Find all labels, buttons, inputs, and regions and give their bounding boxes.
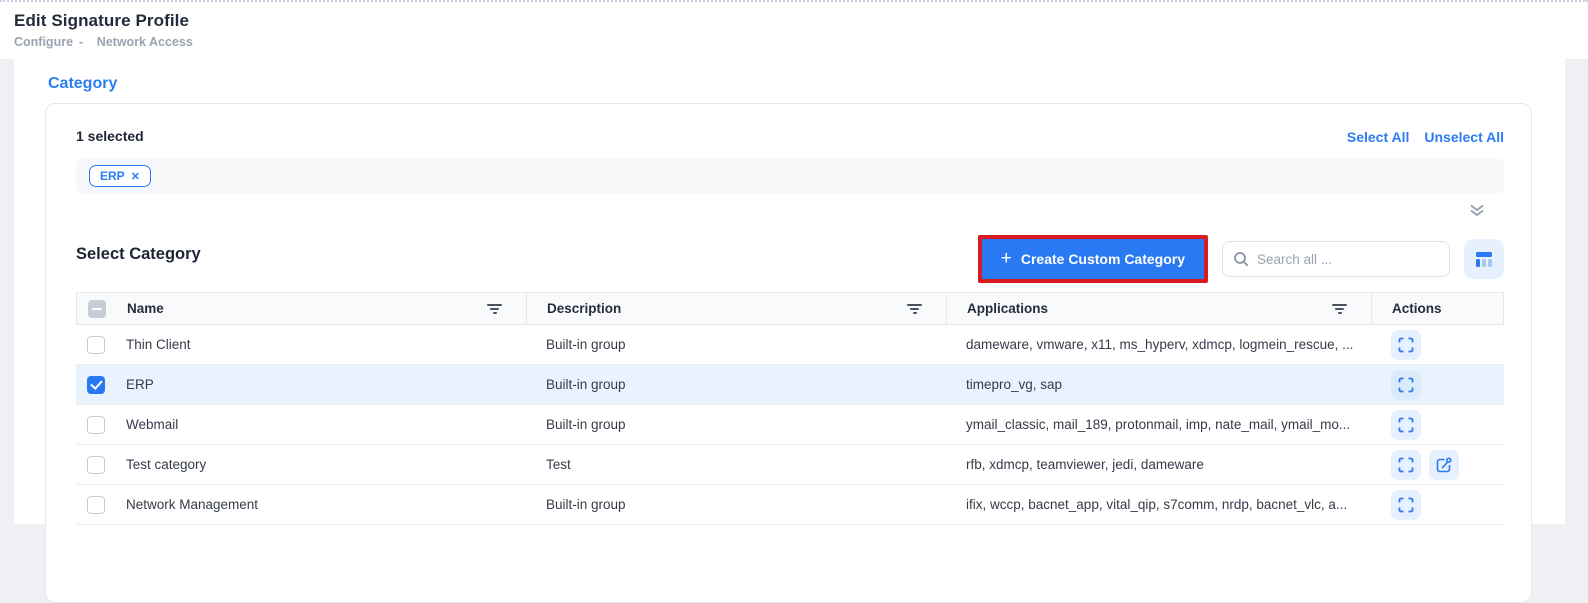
cell-applications: dameware, vmware, x11, ms_hyperv, xdmcp,… (946, 325, 1371, 364)
category-table: Name Description Applications Actions Th… (76, 292, 1504, 525)
select-all-checkbox[interactable] (88, 300, 106, 318)
expand-icon (1398, 417, 1414, 433)
table-row-thin-client[interactable]: Thin Client Built-in group dameware, vmw… (76, 325, 1504, 365)
column-chooser-button[interactable] (1464, 239, 1504, 279)
unselect-all-link[interactable]: Unselect All (1424, 129, 1504, 145)
row-checkbox[interactable] (87, 416, 105, 434)
cell-description: Built-in group (526, 485, 946, 524)
breadcrumb-separator: - (79, 35, 83, 49)
row-checkbox[interactable] (87, 376, 105, 394)
cell-name: ERP (116, 365, 526, 404)
cell-applications: ymail_classic, mail_189, protonmail, imp… (946, 405, 1371, 444)
expand-icon (1398, 497, 1414, 513)
cell-name: Thin Client (116, 325, 526, 364)
category-section-heading: Category (48, 75, 117, 93)
cell-name: Network Management (116, 485, 526, 524)
page-header: Edit Signature Profile Configure- Networ… (0, 0, 1588, 59)
chip-label: ERP (100, 169, 125, 183)
breadcrumb-configure[interactable]: Configure (14, 35, 73, 49)
table-controls: + Create Custom Category (978, 235, 1504, 283)
cell-description: Test (526, 445, 946, 484)
filter-icon-applications[interactable] (1332, 304, 1347, 314)
cell-applications: rfb, xdmcp, teamviewer, jedi, dameware (946, 445, 1371, 484)
filter-icon-name[interactable] (487, 304, 502, 314)
filter-icon-description[interactable] (907, 304, 922, 314)
row-checkbox[interactable] (87, 456, 105, 474)
selected-chips-strip: ERP ✕ (76, 158, 1504, 194)
table-row-erp[interactable]: ERP Built-in group timepro_vg, sap (76, 365, 1504, 405)
table-row-test-category[interactable]: Test category Test rfb, xdmcp, teamviewe… (76, 445, 1504, 485)
expand-row-button[interactable] (1391, 410, 1421, 440)
search-icon (1233, 251, 1249, 267)
cell-description: Built-in group (526, 405, 946, 444)
chip-remove-icon[interactable]: ✕ (131, 170, 140, 183)
selected-chip-erp[interactable]: ERP ✕ (89, 165, 151, 187)
category-card: 1 selected Select All Unselect All ERP ✕… (45, 103, 1532, 603)
create-custom-category-button[interactable]: + Create Custom Category (982, 239, 1204, 279)
cell-applications: timepro_vg, sap (946, 365, 1371, 404)
cell-description: Built-in group (526, 365, 946, 404)
chevron-double-down-icon[interactable] (1467, 200, 1487, 220)
create-custom-category-label: Create Custom Category (1021, 251, 1185, 267)
column-header-description: Description (547, 301, 621, 316)
plus-icon: + (1001, 249, 1012, 268)
page-title: Edit Signature Profile (14, 11, 1588, 31)
expand-icon (1398, 457, 1414, 473)
annotation-highlight-box: + Create Custom Category (978, 235, 1208, 283)
expand-row-button[interactable] (1391, 330, 1421, 360)
expand-row-button[interactable] (1391, 450, 1421, 480)
cell-applications: ifix, wccp, bacnet_app, vital_qip, s7com… (946, 485, 1371, 524)
search-input[interactable] (1257, 252, 1439, 267)
expand-row-button[interactable] (1391, 370, 1421, 400)
select-all-link[interactable]: Select All (1347, 129, 1410, 145)
table-header-row: Name Description Applications Actions (76, 292, 1504, 325)
table-row-network-management[interactable]: Network Management Built-in group ifix, … (76, 485, 1504, 525)
row-checkbox[interactable] (87, 336, 105, 354)
search-box[interactable] (1222, 241, 1450, 277)
content-panel: Category 1 selected Select All Unselect … (14, 59, 1565, 524)
column-header-applications: Applications (967, 301, 1048, 316)
column-header-name: Name (127, 301, 164, 316)
breadcrumb: Configure- Network Access (14, 35, 1588, 49)
cell-name: Test category (116, 445, 526, 484)
expand-icon (1398, 377, 1414, 393)
bulk-select-links: Select All Unselect All (1347, 129, 1504, 145)
column-header-actions: Actions (1392, 301, 1442, 316)
table-row-webmail[interactable]: Webmail Built-in group ymail_classic, ma… (76, 405, 1504, 445)
expand-row-button[interactable] (1391, 490, 1421, 520)
breadcrumb-network-access[interactable]: Network Access (97, 35, 193, 49)
edit-icon (1435, 456, 1453, 474)
columns-icon (1473, 248, 1495, 270)
cell-name: Webmail (116, 405, 526, 444)
edit-row-button[interactable] (1429, 450, 1459, 480)
expand-icon (1398, 337, 1414, 353)
select-category-heading: Select Category (76, 245, 201, 264)
cell-description: Built-in group (526, 325, 946, 364)
selected-count-label: 1 selected (76, 128, 144, 144)
row-checkbox[interactable] (87, 496, 105, 514)
